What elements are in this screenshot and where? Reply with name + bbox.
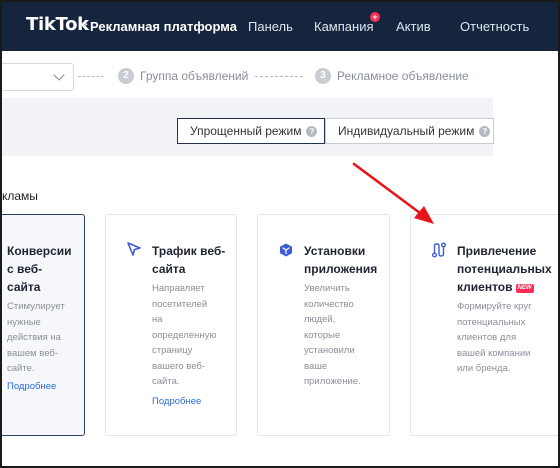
card-desc-line: установили	[304, 345, 355, 356]
step-3-number: 3	[315, 68, 331, 84]
campaign-select[interactable]	[2, 63, 74, 91]
help-icon[interactable]: ?	[479, 125, 491, 137]
card-title-line: с веб-	[7, 262, 43, 276]
card-desc-line: действия на	[7, 332, 61, 343]
platform-name: Рекламная платформа	[90, 19, 237, 34]
card-desc-line: сайте.	[7, 363, 35, 374]
card-desc-line: людей,	[304, 314, 336, 325]
card-title-line: Установки	[304, 244, 366, 258]
cube-icon	[280, 243, 292, 257]
step-connector	[78, 76, 104, 77]
nav-reports[interactable]: Отчетность	[460, 19, 529, 34]
help-icon[interactable]: ?	[306, 125, 318, 137]
objective-card-lead-generation[interactable]: Привлечение потенциальных клиентов NEW Фо…	[410, 214, 558, 436]
custom-mode-label: Индивидуальный режим	[338, 124, 475, 138]
card-desc-line: нужные	[7, 316, 41, 328]
card-title-line: Трафик веб-	[152, 244, 226, 258]
screenshot-frame: TikTok : Рекламная платформа Панель Камп…	[0, 0, 560, 468]
custom-mode-button[interactable]: Индивидуальный режим ?	[325, 118, 494, 144]
top-nav-bar: TikTok : Рекламная платформа Панель Камп…	[2, 2, 558, 51]
card-desc-line: на	[152, 314, 163, 325]
card-description: Формируйте круг потенциальных клиентов д…	[457, 299, 532, 377]
step-connector	[255, 76, 303, 77]
card-title-line: Привлечение	[457, 244, 537, 258]
step-2-number: 2	[118, 68, 134, 84]
card-desc-line: количество	[304, 298, 354, 310]
nav-campaign-badge: +	[370, 12, 380, 22]
learn-more-link[interactable]: Подробнее	[7, 381, 56, 392]
card-title-text: клиентов	[457, 280, 513, 294]
card-desc-line: определенную	[152, 329, 217, 341]
chevron-down-icon	[53, 69, 65, 81]
card-title-line: сайта	[7, 280, 41, 294]
card-desc-line: вашего веб-	[152, 360, 206, 372]
card-desc-line: сайта.	[152, 376, 180, 387]
card-title-line: Конверсии	[7, 244, 72, 258]
card-desc-line: приложение.	[304, 376, 361, 387]
card-desc-line: Стимулирует	[7, 301, 65, 312]
cursor-icon	[127, 242, 141, 256]
card-title: Трафик веб- сайта	[152, 242, 225, 278]
card-title-line: потенциальных	[457, 262, 552, 276]
card-description: Увеличить количество людей, которые уста…	[304, 281, 361, 390]
card-desc-line: клиентов для	[457, 332, 517, 343]
objective-card-conversions[interactable]: Конверсии с веб- сайта Стимулирует нужны…	[2, 214, 85, 436]
step-3-label[interactable]: Рекламное объявление	[337, 69, 469, 83]
card-desc-line: которые	[304, 329, 341, 341]
card-desc-line: ваше	[304, 360, 328, 372]
section-label: кламы	[2, 189, 38, 203]
card-description: Направляет посетителей на определенную с…	[152, 281, 217, 390]
logo-separator: :	[84, 18, 89, 33]
simple-mode-label: Упрощенный режим	[190, 124, 302, 138]
objective-card-traffic[interactable]: Трафик веб- сайта Направляет посетителей…	[105, 214, 237, 436]
path-icon	[432, 242, 446, 258]
card-title: Привлечение потенциальных клиентов NEW	[457, 242, 552, 296]
card-desc-line: вашей компании	[457, 347, 531, 359]
card-desc-line: Формируйте круг	[457, 301, 532, 312]
card-title: Конверсии с веб- сайта	[7, 242, 72, 296]
card-title-line: сайта	[152, 262, 186, 276]
learn-more-link[interactable]: Подробнее	[152, 396, 201, 407]
card-title-line: приложения	[304, 262, 378, 276]
card-desc-line: вашем веб-	[7, 347, 59, 359]
card-desc-line: Направляет	[152, 283, 205, 294]
new-badge: NEW	[515, 284, 534, 293]
card-title: Установки приложения	[304, 242, 377, 278]
card-desc-line: посетителей	[152, 298, 208, 310]
objective-card-app-installs[interactable]: Установки приложения Увеличить количеств…	[257, 214, 390, 436]
nav-campaign[interactable]: Кампания	[314, 19, 374, 34]
card-desc-line: Увеличить	[304, 283, 350, 294]
step-2-label[interactable]: Группа объявлений	[140, 69, 248, 83]
card-desc-line: или бренда.	[457, 363, 511, 374]
nav-assets[interactable]: Актив	[396, 19, 431, 34]
card-desc-line: страницу	[152, 345, 193, 356]
nav-dashboard[interactable]: Панель	[248, 19, 293, 34]
card-desc-line: потенциальных	[457, 316, 526, 328]
tiktok-logo[interactable]: TikTok	[26, 14, 89, 35]
red-annotation-arrow	[352, 162, 434, 224]
card-description: Стимулирует нужные действия на вашем веб…	[7, 299, 65, 377]
card-title-line: клиентов NEW	[457, 278, 552, 296]
simple-mode-button[interactable]: Упрощенный режим ?	[177, 118, 325, 144]
